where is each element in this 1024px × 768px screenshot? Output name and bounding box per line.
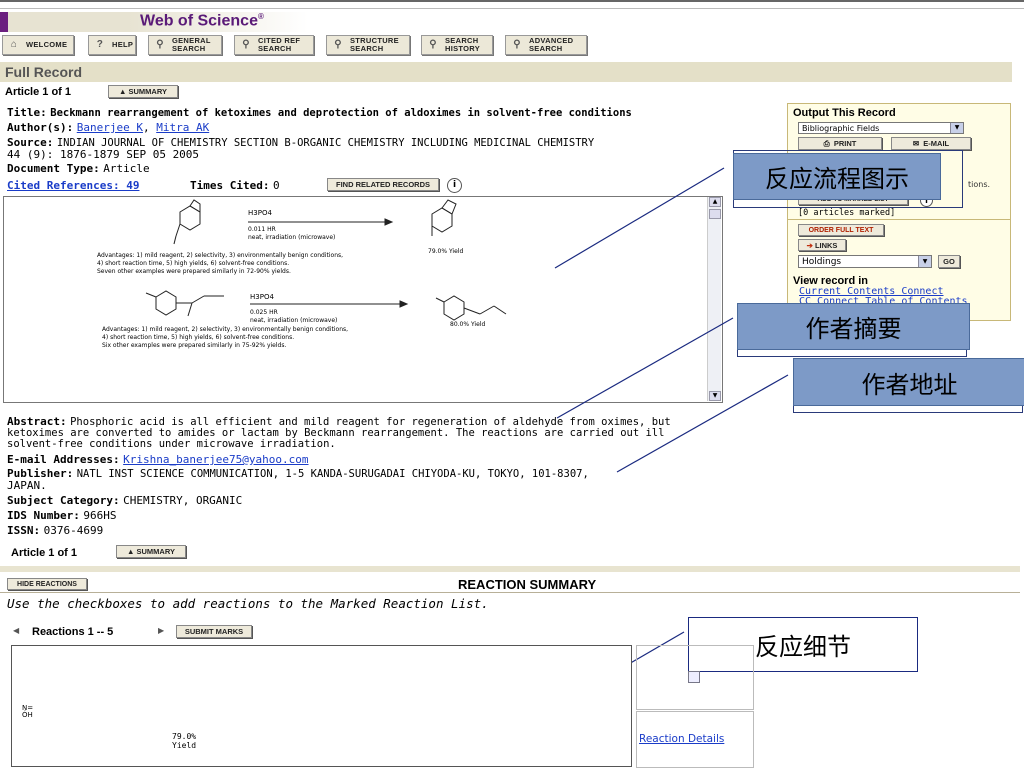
print-button[interactable]: ⎙ PRINT — [798, 137, 882, 150]
order-full-text-button[interactable]: ORDER FULL TEXT — [798, 224, 884, 236]
prev-arrow-icon[interactable]: ◀ — [13, 626, 19, 635]
callout-address: 作者地址 — [793, 358, 1024, 406]
product-yield: 79.0% Yield — [172, 732, 197, 750]
reaction-2-arrow — [250, 300, 409, 308]
chevron-down-icon: ▼ — [950, 123, 963, 133]
r1-reagent: H3PO4 — [248, 209, 272, 217]
issn-field: ISSN: 0376-4699 — [7, 524, 104, 537]
r1-yield: 79.0% Yield — [428, 248, 464, 255]
printer-icon: ⎙ — [823, 138, 834, 148]
up-arrow-icon: ▲ — [127, 547, 137, 556]
chevron-down-icon: ▼ — [918, 256, 931, 267]
reactions-range: Reactions 1 -- 5 — [32, 626, 114, 638]
product-1-structure — [431, 199, 457, 236]
summary-button-bottom[interactable]: ▲ SUMMARY — [116, 545, 186, 558]
r1-conditions: neat, irradiation (microwave) — [248, 234, 336, 241]
subject-field: Subject Category: CHEMISTRY, ORGANIC — [7, 494, 243, 507]
summary-separator — [0, 566, 1020, 572]
summary-rule — [0, 592, 1020, 593]
ids-field: IDS Number: 966HS — [7, 509, 117, 522]
go-button[interactable]: GO — [938, 255, 960, 268]
arrow-right-icon: ➔ — [806, 240, 815, 250]
r1-advantages: Advantages: 1) mild reagent, 2) selectiv… — [97, 252, 344, 275]
reactant-1-structure — [173, 199, 201, 245]
links-button[interactable]: ➔ LINKS — [798, 239, 846, 251]
callout-abstract: 作者摘要 — [737, 303, 970, 350]
envelope-icon: ✉ — [912, 139, 924, 148]
partial-text: tions. — [968, 180, 991, 189]
reaction-summary-title: REACTION SUMMARY — [458, 577, 597, 592]
r2-time: 0.025 HR — [250, 309, 278, 316]
field-select[interactable]: Bibliographic Fields ▼ — [798, 122, 964, 134]
next-arrow-icon[interactable]: ▶ — [158, 626, 164, 635]
reaction-1-arrow — [248, 218, 394, 226]
email-field: E-mail Addresses: Krishna_banerjee75@yah… — [7, 453, 309, 466]
callout-scheme: 反应流程图示 — [733, 153, 941, 200]
reaction-instruction: Use the checkboxes to add reactions to t… — [7, 596, 489, 611]
article-position-bottom: Article 1 of 1 — [11, 547, 78, 559]
r2-advantages: Advantages: 1) mild reagent, 2) selectiv… — [102, 326, 349, 349]
marked-count: [0 articles marked] — [798, 208, 896, 218]
product-2-structure — [435, 295, 507, 321]
reactant-2-structure — [145, 290, 224, 317]
output-record-panel: Output This Record Bibliographic Fields … — [787, 103, 1011, 321]
r1-time: 0.011 HR — [248, 226, 276, 233]
abstract-field: Abstract: Phosphoric acid is all efficie… — [7, 415, 671, 450]
hide-reactions-button[interactable]: HIDE REACTIONS — [7, 578, 87, 590]
publisher-field: Publisher: NATL INST SCIENCE COMMUNICATI… — [7, 467, 589, 492]
email-link[interactable]: Krishna_banerjee75@yahoo.com — [123, 453, 308, 466]
r2-yield: 80.0% Yield — [450, 321, 486, 328]
reaction-checkbox[interactable] — [688, 671, 700, 683]
email-button[interactable]: ✉ E-MAIL — [891, 137, 971, 150]
r2-reagent: H3PO4 — [250, 293, 274, 301]
submit-marks-button[interactable]: SUBMIT MARKS — [176, 625, 252, 638]
reactant-label: N= ÓH — [22, 704, 34, 719]
reaction-drawing-box — [11, 645, 632, 767]
r2-conditions: neat, irradiation (microwave) — [250, 317, 338, 324]
reaction-details-link[interactable]: Reaction Details — [639, 733, 724, 745]
panel-divider — [788, 219, 1010, 220]
output-title: Output This Record — [793, 107, 896, 119]
holdings-select[interactable]: Holdings ▼ — [798, 255, 932, 268]
